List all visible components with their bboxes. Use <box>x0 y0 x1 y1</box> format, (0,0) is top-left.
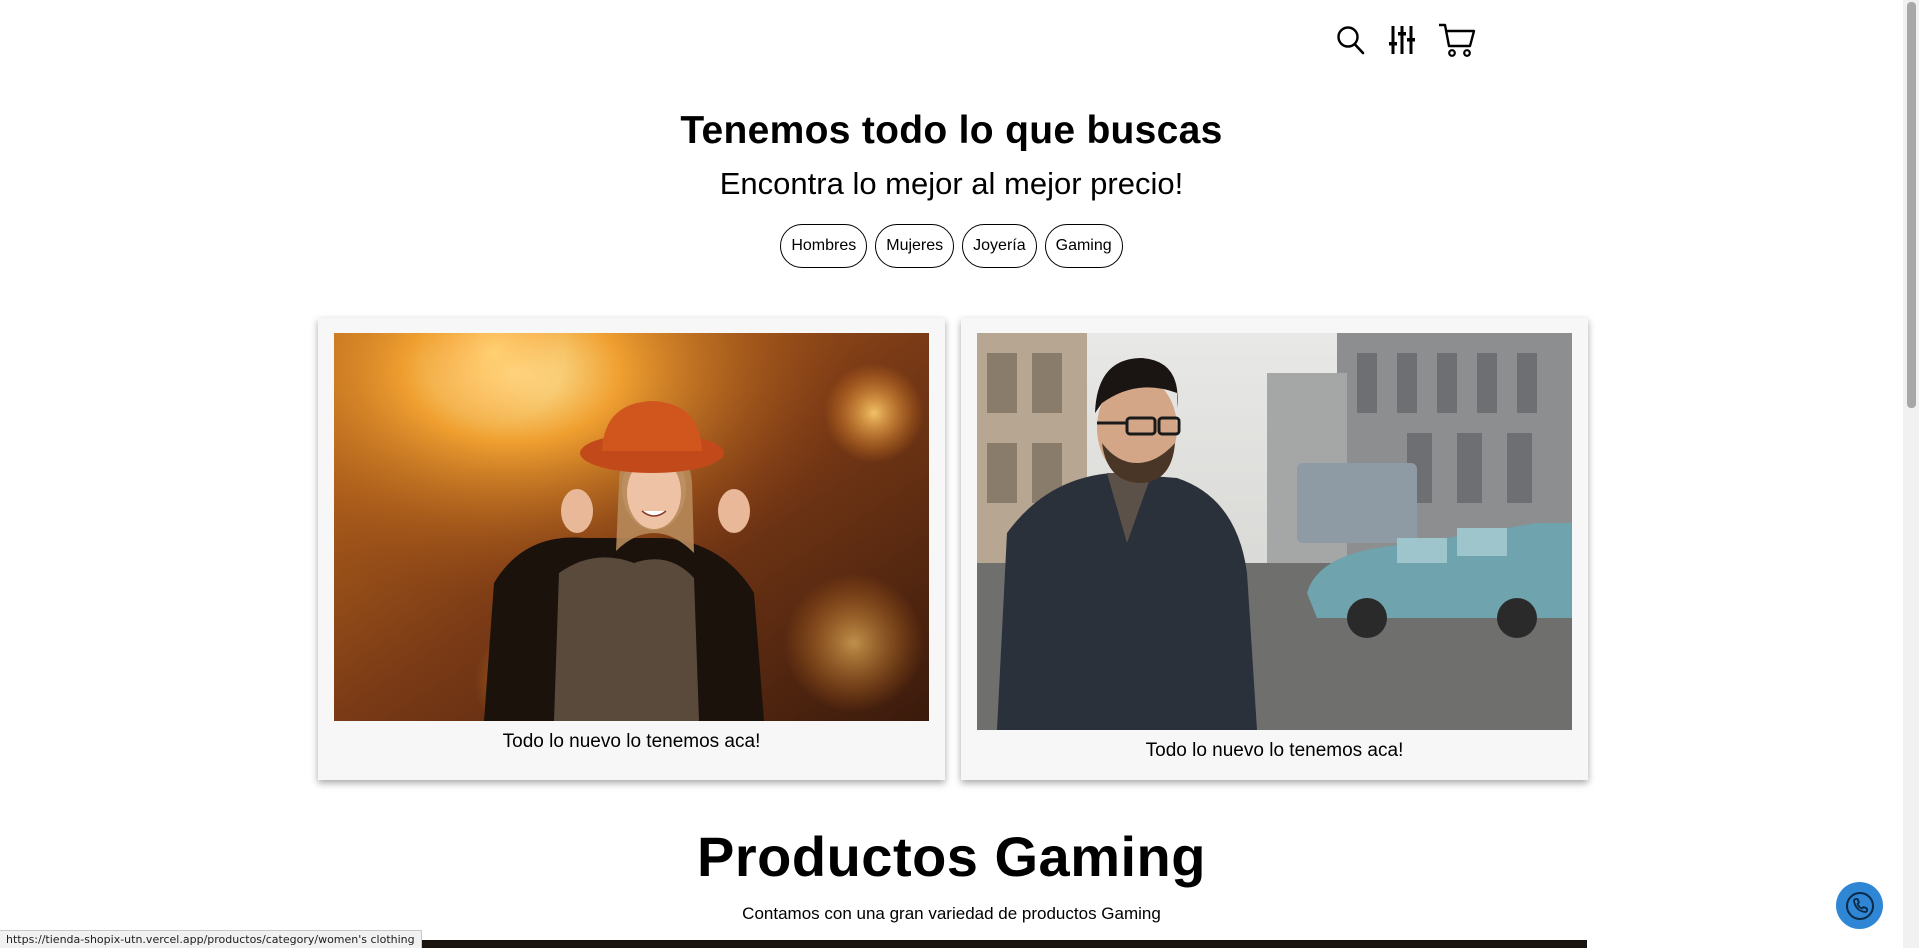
page: Tenemos todo lo que buscas Encontra lo m… <box>0 0 1919 948</box>
hero: Tenemos todo lo que buscas Encontra lo m… <box>0 104 1903 268</box>
hero-title: Tenemos todo lo que buscas <box>680 109 1223 152</box>
status-url: https://tienda-shopix-utn.vercel.app/pro… <box>0 930 422 948</box>
category-chip-hombres[interactable]: Hombres <box>780 224 868 268</box>
gaming-banner-image <box>318 940 1587 948</box>
section-title: Productos Gaming <box>697 825 1206 888</box>
scrollbar[interactable] <box>1903 0 1919 948</box>
gaming-section: Productos Gaming Contamos con una gran v… <box>0 822 1903 924</box>
category-chip-gaming[interactable]: Gaming <box>1044 224 1123 268</box>
promo-card-women[interactable]: Todo lo nuevo lo tenemos aca! <box>318 318 945 780</box>
phone-icon <box>1845 891 1874 920</box>
card-caption: Todo lo nuevo lo tenemos aca! <box>502 731 761 752</box>
filter-sliders-icon[interactable] <box>1388 24 1416 56</box>
search-icon[interactable] <box>1336 24 1366 56</box>
card-caption: Todo lo nuevo lo tenemos aca! <box>1145 740 1404 761</box>
scrollbar-thumb[interactable] <box>1907 2 1916 408</box>
promo-cards: Todo lo nuevo lo tenemos aca! Todo lo nu… <box>318 318 1588 780</box>
promo-card-men[interactable]: Todo lo nuevo lo tenemos aca! <box>961 318 1588 780</box>
man-city-street-photo <box>977 333 1572 730</box>
category-chip-mujeres[interactable]: Mujeres <box>875 224 955 268</box>
woman-autumn-hat-photo <box>334 333 929 721</box>
hero-subtitle: Encontra lo mejor al mejor precio! <box>719 166 1184 201</box>
section-subtitle: Contamos con una gran variedad de produc… <box>742 904 1161 923</box>
cart-icon[interactable] <box>1438 22 1476 58</box>
category-chips: Hombres Mujeres Joyería Gaming <box>0 224 1903 268</box>
category-chip-joyeria[interactable]: Joyería <box>962 224 1037 268</box>
header-actions <box>1336 22 1476 58</box>
call-button[interactable] <box>1836 882 1883 929</box>
